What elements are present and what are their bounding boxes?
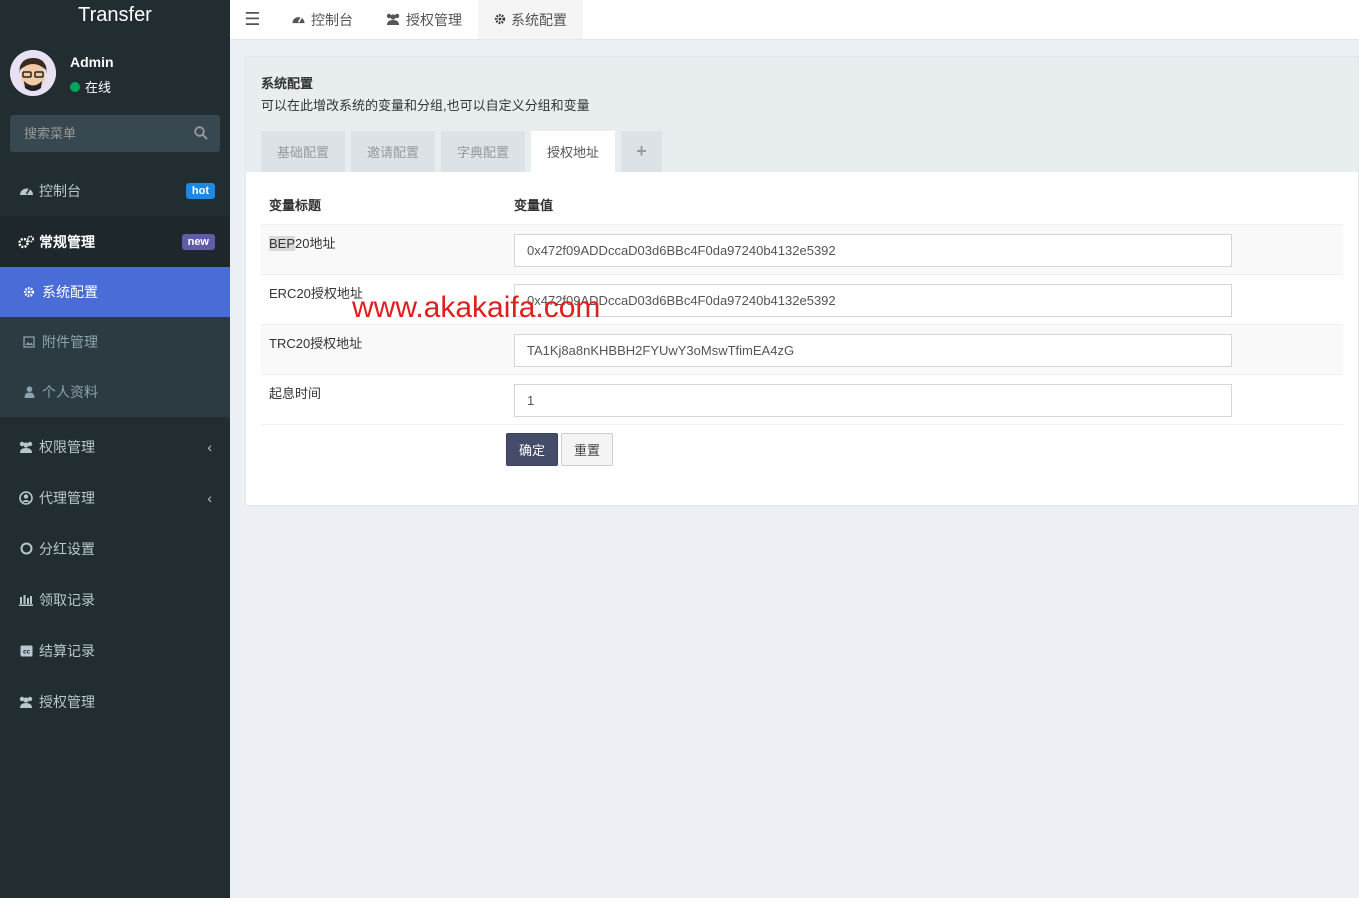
- user-icon: [22, 385, 36, 399]
- tab-label: 控制台: [311, 11, 353, 28]
- chevron-left-icon: ‹: [207, 490, 212, 506]
- user-circle-icon: [18, 490, 34, 506]
- row-title: ERC20授权地址: [269, 286, 363, 301]
- row-title: BEP20地址: [261, 225, 506, 274]
- tab-dictionary-config[interactable]: 字典配置: [441, 131, 526, 172]
- start-time-input[interactable]: [514, 384, 1232, 417]
- sidebar-item-label: 常规管理: [39, 233, 95, 250]
- sidebar-item-agents[interactable]: 代理管理 ‹: [0, 472, 230, 523]
- avatar: [10, 50, 56, 96]
- row-title: TRC20授权地址: [269, 336, 363, 351]
- row-value: [506, 325, 1343, 374]
- user-panel: Admin 在线: [0, 32, 230, 107]
- circle-icon: [18, 541, 34, 557]
- add-tab-button[interactable]: +: [621, 131, 663, 172]
- sidebar-item-profile[interactable]: 个人资料: [0, 367, 230, 417]
- svg-text:cc: cc: [22, 648, 30, 655]
- tab-auth-management[interactable]: 授权管理: [369, 0, 478, 39]
- sidebar-item-label: 附件管理: [42, 334, 98, 350]
- row-value: [506, 225, 1343, 274]
- confirm-button[interactable]: 确定: [506, 433, 559, 466]
- tab-basic-config[interactable]: 基础配置: [261, 131, 346, 172]
- sidebar-item-label: 系统配置: [42, 284, 98, 300]
- user-status: 在线: [70, 77, 111, 96]
- group-icon: [385, 12, 401, 28]
- chart-icon: [18, 592, 34, 608]
- search-icon[interactable]: [194, 126, 208, 140]
- hot-badge: hot: [185, 183, 215, 199]
- config-panel: 系统配置 可以在此增改系统的变量和分组,也可以自定义分组和变量 基础配置 邀请配…: [245, 56, 1359, 506]
- panel-title: 系统配置: [261, 76, 314, 91]
- tab-invite-config[interactable]: 邀请配置: [351, 131, 436, 172]
- sidebar-item-system-config[interactable]: 系统配置: [0, 267, 230, 317]
- group-icon: [18, 439, 34, 455]
- sidebar-item-label: 结算记录: [39, 642, 95, 659]
- cogs-icon: [18, 234, 34, 250]
- sidebar-item-permissions[interactable]: 权限管理 ‹: [0, 421, 230, 472]
- sidebar-item-label: 控制台: [39, 182, 81, 199]
- sidebar-item-label: 代理管理: [39, 489, 95, 506]
- trc20-address-input[interactable]: [514, 334, 1232, 367]
- config-tabs: 基础配置 邀请配置 字典配置 授权地址 +: [261, 131, 663, 172]
- sidebar-item-attachment[interactable]: 附件管理: [0, 317, 230, 367]
- app-logo[interactable]: Transfer: [0, 0, 230, 32]
- tab-system-config[interactable]: 系统配置: [478, 0, 583, 39]
- cc-icon: cc: [18, 643, 34, 659]
- column-header-value: 变量值: [514, 197, 554, 213]
- table-row: TRC20授权地址: [261, 324, 1343, 374]
- gear-icon: [22, 285, 36, 299]
- dashboard-icon: [18, 183, 34, 199]
- row-title: 起息时间: [269, 386, 322, 401]
- column-header-title: 变量标题: [269, 197, 322, 213]
- image-icon: [22, 335, 36, 349]
- panel-description: 可以在此增改系统的变量和分组,也可以自定义分组和变量: [261, 98, 590, 113]
- row-title-rest: 20地址: [295, 236, 336, 251]
- user-status-label: 在线: [85, 80, 112, 95]
- tab-auth-address[interactable]: 授权地址: [531, 131, 616, 172]
- row-value: [506, 375, 1343, 424]
- sidebar-item-label: 分红设置: [39, 540, 95, 557]
- table-row: BEP20地址: [261, 224, 1343, 274]
- table-header: 变量标题 变量值: [261, 184, 1343, 224]
- table-row: ERC20授权地址: [261, 274, 1343, 324]
- table-row: 起息时间: [261, 374, 1343, 424]
- panel-heading: 系统配置 可以在此增改系统的变量和分组,也可以自定义分组和变量 基础配置 邀请配…: [246, 57, 1358, 172]
- user-name: Admin: [70, 54, 114, 70]
- sidebar-item-label: 权限管理: [39, 438, 95, 455]
- search-input[interactable]: [10, 115, 180, 152]
- reset-button[interactable]: 重置: [561, 433, 614, 466]
- config-table: 变量标题 变量值 BEP20地址 ERC20授权地址 TRC20授权地址 起息时…: [246, 172, 1358, 479]
- row-value: [506, 275, 1343, 324]
- group-icon: [18, 694, 34, 710]
- tab-label: 系统配置: [511, 11, 567, 28]
- sidebar-item-claim-records[interactable]: 领取记录: [0, 574, 230, 625]
- chevron-left-icon: ‹: [207, 439, 212, 455]
- gear-icon: [494, 12, 506, 28]
- sidebar-item-settlement-records[interactable]: cc 结算记录: [0, 625, 230, 676]
- sidebar-item-dashboard[interactable]: 控制台 hot: [0, 165, 230, 216]
- sidebar-item-general[interactable]: 常规管理 new: [0, 216, 230, 267]
- tab-label: 授权管理: [406, 11, 462, 28]
- dashboard-icon: [291, 12, 306, 28]
- sidebar-item-auth-management[interactable]: 授权管理: [0, 676, 230, 727]
- bep20-address-input[interactable]: [514, 234, 1232, 267]
- form-actions: 确定 重置: [261, 424, 1343, 479]
- sidebar-item-dividends[interactable]: 分红设置: [0, 523, 230, 574]
- new-badge: new: [181, 234, 215, 250]
- tab-dashboard[interactable]: 控制台: [275, 0, 369, 39]
- sidebar: Transfer Admin 在线 搜索菜单 控制台 hot 常规管理 new …: [0, 0, 230, 898]
- sidebar-item-label: 授权管理: [39, 693, 95, 710]
- top-navbar: ☰ 控制台 授权管理 系统配置: [230, 0, 1359, 40]
- sidebar-menu: 控制台 hot 常规管理 new 系统配置 附件管理 个人资料 权限管理 ‹ 代…: [0, 165, 230, 727]
- search-box: [10, 115, 220, 152]
- sidebar-item-label: 个人资料: [42, 384, 98, 400]
- sidebar-item-label: 领取记录: [39, 591, 95, 608]
- erc20-address-input[interactable]: [514, 284, 1232, 317]
- menu-toggle-icon[interactable]: ☰: [230, 0, 275, 39]
- row-title-highlight: BEP: [269, 236, 296, 251]
- online-dot-icon: [70, 81, 80, 92]
- submenu-general: 系统配置 附件管理 个人资料: [0, 267, 230, 417]
